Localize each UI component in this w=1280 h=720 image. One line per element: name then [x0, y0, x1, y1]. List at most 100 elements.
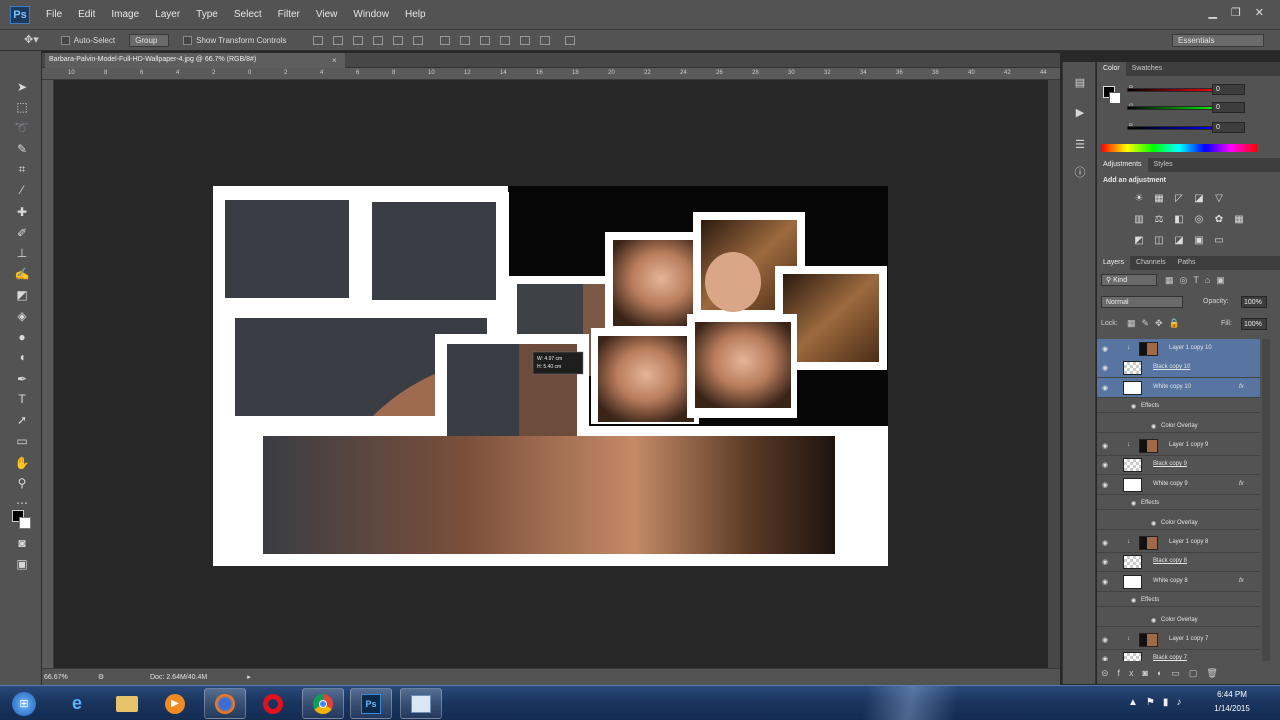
- effect-visibility-icon[interactable]: ◉: [1151, 423, 1156, 430]
- eyedropper-tool-icon[interactable]: ⁄: [13, 182, 31, 198]
- tab-layers[interactable]: Layers: [1097, 256, 1131, 270]
- status-arrow-icon[interactable]: ▸: [247, 673, 251, 681]
- layer-visibility-icon[interactable]: ◉: [1102, 442, 1108, 450]
- menu-file[interactable]: File: [38, 9, 70, 20]
- layer-row[interactable]: ◉ White copy 10 fx: [1097, 377, 1260, 398]
- layer-name[interactable]: Layer 1 copy 9: [1169, 442, 1208, 448]
- layer-effects-row[interactable]: ◉ Effects: [1097, 494, 1260, 511]
- taskbar-media-player[interactable]: ▶: [154, 688, 196, 719]
- channel-r-slider[interactable]: [1127, 88, 1219, 92]
- opacity-value[interactable]: 100%: [1241, 296, 1267, 308]
- layer-fx-badge[interactable]: fx: [1239, 384, 1244, 390]
- distribute-vcenter-icon[interactable]: [460, 35, 471, 45]
- channel-r-value[interactable]: 0: [1212, 84, 1245, 95]
- align-vcenter-icon[interactable]: [333, 35, 344, 45]
- gradient-map-icon[interactable]: ▭: [1213, 235, 1225, 246]
- channel-mixer-icon[interactable]: ✿: [1213, 214, 1225, 225]
- layer-name[interactable]: Black copy 7: [1153, 655, 1187, 661]
- blur-tool-icon[interactable]: ●: [13, 329, 31, 345]
- effect-visibility-icon[interactable]: ◉: [1131, 597, 1136, 604]
- move-tool-icon[interactable]: ➤: [13, 79, 31, 95]
- align-bottom-icon[interactable]: [353, 35, 364, 45]
- effect-visibility-icon[interactable]: ◉: [1131, 403, 1136, 410]
- layer-visibility-icon[interactable]: ◉: [1102, 558, 1108, 566]
- taskbar-clock[interactable]: 6:44 PM 1/14/2015: [1200, 688, 1264, 718]
- layer-effects-row[interactable]: ◉ Effects: [1097, 397, 1260, 414]
- rectangle-tool-icon[interactable]: ▭: [13, 433, 31, 449]
- tab-styles[interactable]: Styles: [1148, 158, 1179, 172]
- layer-name[interactable]: White copy 8: [1153, 578, 1188, 584]
- layer-effect-item[interactable]: ◉ Color Overlay: [1097, 611, 1260, 627]
- layer-row[interactable]: ◉ Black copy 8: [1097, 552, 1260, 573]
- color-balance-icon[interactable]: ⚖: [1153, 214, 1165, 225]
- taskbar-chrome[interactable]: [302, 688, 344, 719]
- layer-visibility-icon[interactable]: ◉: [1102, 345, 1108, 353]
- hue-saturation-icon[interactable]: ▥: [1133, 214, 1145, 225]
- layer-visibility-icon[interactable]: ◉: [1102, 384, 1108, 392]
- healing-brush-tool-icon[interactable]: ✚: [13, 204, 31, 220]
- threshold-icon[interactable]: ◪: [1173, 235, 1185, 246]
- layer-row[interactable]: ◉ ↓ Layer 1 copy 10: [1097, 339, 1260, 359]
- layer-row[interactable]: ◉ ↓ Layer 1 copy 7: [1097, 630, 1260, 650]
- layers-scrollbar[interactable]: [1262, 339, 1270, 661]
- start-button[interactable]: ⊞: [6, 688, 42, 719]
- menu-layer[interactable]: Layer: [147, 9, 188, 20]
- taskbar-firefox[interactable]: [204, 688, 246, 719]
- layer-filter-icons[interactable]: ▦◎T⌂▣: [1165, 275, 1231, 286]
- document-canvas[interactable]: W: 4.97 cm H: 5.40 cm: [213, 186, 888, 566]
- marquee-tool-icon[interactable]: ⬚: [13, 99, 31, 115]
- distribute-top-icon[interactable]: [440, 35, 451, 45]
- layer-name[interactable]: Black copy 8: [1153, 558, 1187, 564]
- channel-b-value[interactable]: 0: [1212, 122, 1245, 133]
- dodge-tool-icon[interactable]: ◖: [13, 349, 31, 365]
- levels-icon[interactable]: ▦: [1153, 193, 1165, 204]
- history-icon[interactable]: ▤: [1072, 76, 1088, 90]
- layer-fx-badge[interactable]: fx: [1239, 578, 1244, 584]
- quick-select-tool-icon[interactable]: ✎: [13, 141, 31, 157]
- exposure-icon[interactable]: ◪: [1193, 193, 1205, 204]
- minimize-icon[interactable]: ▁: [1208, 6, 1216, 19]
- type-tool-icon[interactable]: T: [13, 391, 31, 407]
- menu-image[interactable]: Image: [103, 9, 147, 20]
- eraser-tool-icon[interactable]: ◩: [13, 287, 31, 303]
- layers-footer-icons[interactable]: ⊝fx◙◐▭▢🗑: [1101, 668, 1227, 679]
- layer-row[interactable]: ◉ ↓ Layer 1 copy 8: [1097, 533, 1260, 553]
- layer-visibility-icon[interactable]: ◉: [1102, 461, 1108, 469]
- workspace-dropdown[interactable]: Essentials: [1172, 34, 1264, 47]
- blend-mode-dropdown[interactable]: Normal: [1101, 296, 1183, 308]
- selective-color-icon[interactable]: ▣: [1193, 235, 1205, 246]
- layer-name[interactable]: Black copy 10: [1153, 364, 1190, 370]
- screen-mode-icon[interactable]: ▣: [13, 556, 31, 572]
- layer-name[interactable]: White copy 9: [1153, 481, 1188, 487]
- effect-visibility-icon[interactable]: ◉: [1151, 520, 1156, 527]
- clone-stamp-tool-icon[interactable]: ⊥: [13, 245, 31, 261]
- photo-filter-icon[interactable]: ◎: [1193, 214, 1205, 225]
- layer-visibility-icon[interactable]: ◉: [1102, 539, 1108, 547]
- layer-row[interactable]: ◉ Black copy 9: [1097, 455, 1260, 476]
- taskbar-paint[interactable]: [400, 688, 442, 719]
- distribute-right-icon[interactable]: [540, 35, 551, 45]
- curves-icon[interactable]: ◸: [1173, 193, 1185, 204]
- taskbar-opera[interactable]: [252, 688, 294, 719]
- layer-visibility-icon[interactable]: ◉: [1102, 655, 1108, 661]
- layer-row[interactable]: ◉ Black copy 7: [1097, 649, 1260, 661]
- align-top-icon[interactable]: [313, 35, 324, 45]
- show-transform-checkbox[interactable]: [183, 35, 193, 45]
- menu-help[interactable]: Help: [397, 9, 434, 20]
- vibrance-icon[interactable]: ▽: [1213, 193, 1225, 204]
- tab-channels[interactable]: Channels: [1130, 256, 1172, 270]
- menu-filter[interactable]: Filter: [270, 9, 308, 20]
- layer-visibility-icon[interactable]: ◉: [1102, 481, 1108, 489]
- brightness-contrast-icon[interactable]: ☀: [1133, 193, 1145, 204]
- lock-icons[interactable]: ▦✎✥🔒: [1127, 318, 1186, 329]
- posterize-icon[interactable]: ◫: [1153, 235, 1165, 246]
- layer-row[interactable]: ◉ ↓ Layer 1 copy 9: [1097, 436, 1260, 456]
- layer-visibility-icon[interactable]: ◉: [1102, 636, 1108, 644]
- layer-effect-item[interactable]: ◉ Color Overlay: [1097, 514, 1260, 530]
- layer-row[interactable]: ◉ White copy 8 fx: [1097, 572, 1260, 592]
- layer-row[interactable]: ◉ White copy 9 fx: [1097, 475, 1260, 495]
- auto-align-icon[interactable]: [565, 35, 576, 45]
- layer-name[interactable]: Layer 1 copy 10: [1169, 345, 1212, 351]
- distribute-hcenter-icon[interactable]: [520, 35, 531, 45]
- tray-expand-icon[interactable]: ▲: [1128, 697, 1138, 708]
